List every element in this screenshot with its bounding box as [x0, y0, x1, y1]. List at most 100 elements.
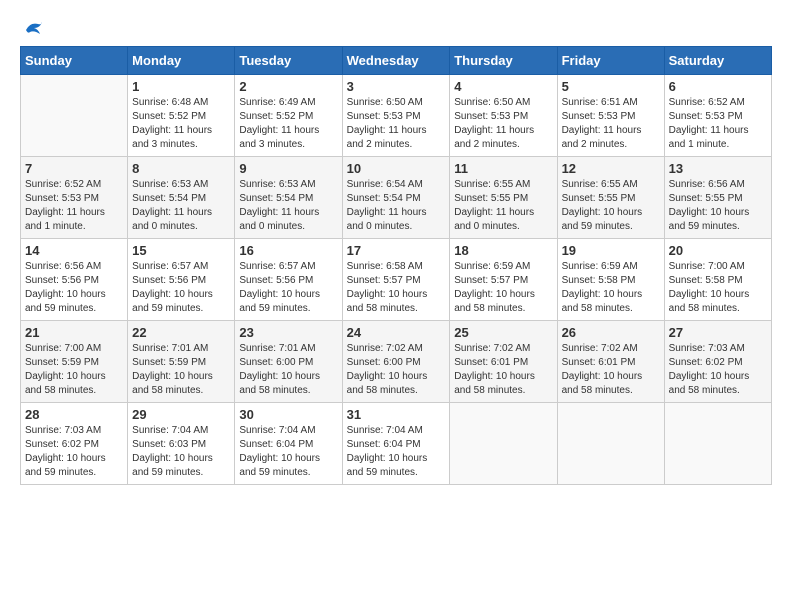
day-info: Sunrise: 6:57 AMSunset: 5:56 PMDaylight:… — [239, 260, 337, 316]
day-info: Sunrise: 6:58 AMSunset: 5:57 PMDaylight:… — [347, 260, 446, 316]
calendar-day-cell: 24Sunrise: 7:02 AMSunset: 6:00 PMDayligh… — [342, 321, 450, 403]
day-number: 29 — [132, 407, 230, 422]
day-number: 15 — [132, 243, 230, 258]
calendar-week-row: 1 Sunrise: 6:48 AMSunset: 5:52 PMDaylight… — [21, 75, 772, 157]
calendar-table: SundayMondayTuesdayWednesdayThursdayFrid… — [20, 46, 772, 485]
calendar-day-cell: 21Sunrise: 7:00 AMSunset: 5:59 PMDayligh… — [21, 321, 128, 403]
day-number: 3 — [347, 79, 446, 94]
calendar-week-row: 14 Sunrise: 6:56 AMSunset: 5:56 PMDayligh… — [21, 239, 772, 321]
calendar-day-cell: 7 Sunrise: 6:52 AMSunset: 5:53 PMDaylight… — [21, 157, 128, 239]
calendar-day-cell: 23 Sunrise: 7:01 AMSunset: 6:00 PMDayligh… — [235, 321, 342, 403]
calendar-day-cell: 1 Sunrise: 6:48 AMSunset: 5:52 PMDaylight… — [128, 75, 235, 157]
day-info: Sunrise: 6:55 AMSunset: 5:55 PMDaylight:… — [454, 178, 552, 234]
day-number: 19 — [562, 243, 660, 258]
day-info: Sunrise: 6:48 AMSunset: 5:52 PMDaylight:… — [132, 96, 230, 152]
weekday-header-thursday: Thursday — [450, 47, 557, 75]
day-info: Sunrise: 7:02 AMSunset: 6:01 PMDaylight:… — [562, 342, 660, 398]
day-number: 8 — [132, 161, 230, 176]
day-info: Sunrise: 6:54 AMSunset: 5:54 PMDaylight:… — [347, 178, 446, 234]
day-number: 23 — [239, 325, 337, 340]
calendar-day-cell: 27 Sunrise: 7:03 AMSunset: 6:02 PMDayligh… — [664, 321, 771, 403]
weekday-header-wednesday: Wednesday — [342, 47, 450, 75]
day-number: 27 — [669, 325, 767, 340]
day-number: 26 — [562, 325, 660, 340]
day-number: 7 — [25, 161, 123, 176]
weekday-header-sunday: Sunday — [21, 47, 128, 75]
day-number: 11 — [454, 161, 552, 176]
calendar-day-cell: 29 Sunrise: 7:04 AMSunset: 6:03 PMDayligh… — [128, 403, 235, 485]
day-info: Sunrise: 6:56 AMSunset: 5:55 PMDaylight:… — [669, 178, 767, 234]
calendar-day-cell: 9 Sunrise: 6:53 AMSunset: 5:54 PMDaylight… — [235, 157, 342, 239]
day-info: Sunrise: 7:03 AMSunset: 6:02 PMDaylight:… — [25, 424, 123, 480]
calendar-day-cell: 30 Sunrise: 7:04 AMSunset: 6:04 PMDayligh… — [235, 403, 342, 485]
day-info: Sunrise: 6:55 AMSunset: 5:55 PMDaylight:… — [562, 178, 660, 234]
day-number: 20 — [669, 243, 767, 258]
weekday-header-row: SundayMondayTuesdayWednesdayThursdayFrid… — [21, 47, 772, 75]
day-number: 30 — [239, 407, 337, 422]
day-info: Sunrise: 6:56 AMSunset: 5:56 PMDaylight:… — [25, 260, 123, 316]
day-info: Sunrise: 7:01 AMSunset: 5:59 PMDaylight:… — [132, 342, 230, 398]
calendar-day-cell: 22 Sunrise: 7:01 AMSunset: 5:59 PMDayligh… — [128, 321, 235, 403]
day-info: Sunrise: 6:52 AMSunset: 5:53 PMDaylight:… — [669, 96, 767, 152]
calendar-day-cell: 3 Sunrise: 6:50 AMSunset: 5:53 PMDaylight… — [342, 75, 450, 157]
logo-bird-icon — [22, 20, 44, 40]
weekday-header-saturday: Saturday — [664, 47, 771, 75]
day-number: 22 — [132, 325, 230, 340]
calendar-day-cell: 31Sunrise: 7:04 AMSunset: 6:04 PMDayligh… — [342, 403, 450, 485]
day-number: 2 — [239, 79, 337, 94]
calendar-day-cell: 14 Sunrise: 6:56 AMSunset: 5:56 PMDayligh… — [21, 239, 128, 321]
day-number: 6 — [669, 79, 767, 94]
day-info: Sunrise: 7:01 AMSunset: 6:00 PMDaylight:… — [239, 342, 337, 398]
calendar-day-cell: 16 Sunrise: 6:57 AMSunset: 5:56 PMDayligh… — [235, 239, 342, 321]
weekday-header-friday: Friday — [557, 47, 664, 75]
day-number: 10 — [347, 161, 446, 176]
day-number: 14 — [25, 243, 123, 258]
day-info: Sunrise: 6:53 AMSunset: 5:54 PMDaylight:… — [132, 178, 230, 234]
calendar-day-cell: 28 Sunrise: 7:03 AMSunset: 6:02 PMDayligh… — [21, 403, 128, 485]
calendar-day-cell: 18 Sunrise: 6:59 AMSunset: 5:57 PMDayligh… — [450, 239, 557, 321]
calendar-day-cell: 6 Sunrise: 6:52 AMSunset: 5:53 PMDaylight… — [664, 75, 771, 157]
day-number: 17 — [347, 243, 446, 258]
calendar-day-cell: 12Sunrise: 6:55 AMSunset: 5:55 PMDayligh… — [557, 157, 664, 239]
calendar-day-cell — [557, 403, 664, 485]
calendar-day-cell: 20 Sunrise: 7:00 AMSunset: 5:58 PMDayligh… — [664, 239, 771, 321]
day-info: Sunrise: 6:57 AMSunset: 5:56 PMDaylight:… — [132, 260, 230, 316]
day-number: 13 — [669, 161, 767, 176]
day-info: Sunrise: 7:00 AMSunset: 5:58 PMDaylight:… — [669, 260, 767, 316]
calendar-week-row: 21Sunrise: 7:00 AMSunset: 5:59 PMDayligh… — [21, 321, 772, 403]
day-info: Sunrise: 7:03 AMSunset: 6:02 PMDaylight:… — [669, 342, 767, 398]
day-number: 18 — [454, 243, 552, 258]
calendar-day-cell: 2Sunrise: 6:49 AMSunset: 5:52 PMDaylight… — [235, 75, 342, 157]
day-number: 9 — [239, 161, 337, 176]
calendar-day-cell: 8 Sunrise: 6:53 AMSunset: 5:54 PMDaylight… — [128, 157, 235, 239]
day-info: Sunrise: 6:53 AMSunset: 5:54 PMDaylight:… — [239, 178, 337, 234]
calendar-day-cell: 10 Sunrise: 6:54 AMSunset: 5:54 PMDayligh… — [342, 157, 450, 239]
day-info: Sunrise: 7:04 AMSunset: 6:03 PMDaylight:… — [132, 424, 230, 480]
calendar-day-cell: 17 Sunrise: 6:58 AMSunset: 5:57 PMDayligh… — [342, 239, 450, 321]
day-info: Sunrise: 7:04 AMSunset: 6:04 PMDaylight:… — [347, 424, 446, 480]
calendar-day-cell: 5Sunrise: 6:51 AMSunset: 5:53 PMDaylight… — [557, 75, 664, 157]
logo — [20, 20, 44, 36]
day-info: Sunrise: 7:04 AMSunset: 6:04 PMDaylight:… — [239, 424, 337, 480]
calendar-day-cell: 11 Sunrise: 6:55 AMSunset: 5:55 PMDayligh… — [450, 157, 557, 239]
day-number: 16 — [239, 243, 337, 258]
calendar-day-cell: 4 Sunrise: 6:50 AMSunset: 5:53 PMDaylight… — [450, 75, 557, 157]
day-info: Sunrise: 7:02 AMSunset: 6:00 PMDaylight:… — [347, 342, 446, 398]
calendar-day-cell: 13 Sunrise: 6:56 AMSunset: 5:55 PMDayligh… — [664, 157, 771, 239]
day-number: 4 — [454, 79, 552, 94]
calendar-day-cell — [664, 403, 771, 485]
day-info: Sunrise: 7:00 AMSunset: 5:59 PMDaylight:… — [25, 342, 123, 398]
day-info: Sunrise: 6:52 AMSunset: 5:53 PMDaylight:… — [25, 178, 123, 234]
day-info: Sunrise: 6:50 AMSunset: 5:53 PMDaylight:… — [454, 96, 552, 152]
day-info: Sunrise: 6:59 AMSunset: 5:58 PMDaylight:… — [562, 260, 660, 316]
calendar-day-cell — [21, 75, 128, 157]
calendar-day-cell: 19 Sunrise: 6:59 AMSunset: 5:58 PMDayligh… — [557, 239, 664, 321]
day-number: 28 — [25, 407, 123, 422]
day-number: 5 — [562, 79, 660, 94]
calendar-day-cell: 26 Sunrise: 7:02 AMSunset: 6:01 PMDayligh… — [557, 321, 664, 403]
day-info: Sunrise: 6:50 AMSunset: 5:53 PMDaylight:… — [347, 96, 446, 152]
day-number: 1 — [132, 79, 230, 94]
calendar-day-cell: 25Sunrise: 7:02 AMSunset: 6:01 PMDayligh… — [450, 321, 557, 403]
day-info: Sunrise: 6:59 AMSunset: 5:57 PMDaylight:… — [454, 260, 552, 316]
weekday-header-monday: Monday — [128, 47, 235, 75]
